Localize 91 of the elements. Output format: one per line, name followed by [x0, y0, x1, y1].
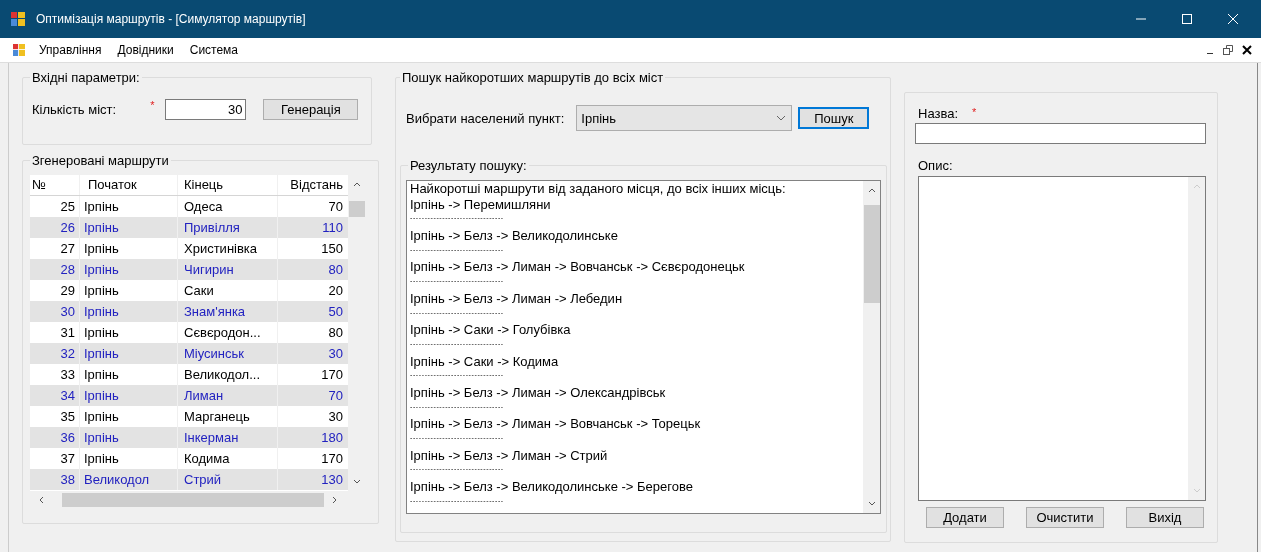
- table-cell: 30: [30, 301, 80, 322]
- column-header[interactable]: Відстань: [278, 175, 348, 195]
- app-icon: [11, 12, 25, 26]
- scroll-down-icon: [1192, 488, 1201, 494]
- scrollbar[interactable]: [863, 181, 880, 513]
- required-mark: *: [150, 99, 155, 111]
- table-cell-text: 80: [327, 324, 344, 342]
- table-cell: Чигирин: [178, 259, 278, 280]
- table-cell: Знам'янка: [178, 301, 278, 322]
- table-cell: Ірпінь: [80, 259, 178, 280]
- table-cell: 32: [30, 343, 80, 364]
- description-field[interactable]: [918, 176, 1206, 501]
- search-button[interactable]: Пошук: [798, 107, 870, 129]
- scroll-thumb[interactable]: [62, 493, 324, 507]
- scroll-up-icon: [1192, 183, 1201, 189]
- group-title: Вхідні параметри:: [30, 70, 142, 85]
- result-line: Ірпінь -> Белз -> Великодолинське -> Берегове: [410, 479, 694, 495]
- table-cell: 26: [30, 217, 80, 238]
- table-cell: Ірпінь: [80, 427, 178, 448]
- result-line: Ірпінь -> Саки -> Голубівка: [410, 322, 572, 338]
- window-title: Оптимізація маршрутів - [Симулятор маршрутів]: [36, 12, 306, 26]
- table-cell: Міусинськ: [178, 343, 278, 364]
- close-icon[interactable]: [1242, 45, 1252, 55]
- required-mark: *: [972, 106, 977, 118]
- result-line: Ірпінь -> Белз -> Великодолинське: [410, 228, 619, 244]
- group-title: Результату пошуку:: [408, 158, 529, 173]
- scroll-down-icon[interactable]: [353, 479, 361, 485]
- table-cell-text: 30: [327, 408, 344, 426]
- result-line: Ірпінь -> Белз -> Лиман -> Вовчанськ -> Торецьк: [410, 416, 702, 432]
- table-cell: 36: [30, 427, 80, 448]
- result-line: Найкоротші маршрути від заданого місця, до всіх інших місць:: [410, 181, 787, 197]
- table-cell-text: 70: [327, 198, 344, 216]
- menu-item[interactable]: Довідники: [117, 43, 174, 57]
- menu-item[interactable]: Управління: [39, 43, 102, 57]
- chevron-down-icon: [776, 115, 787, 121]
- maximize-icon[interactable]: [1181, 13, 1193, 25]
- field-label: Вибрати населений пункт:: [406, 110, 565, 126]
- table-cell: 28: [30, 259, 80, 280]
- group-title: Пошук найкоротших маршрутів до всіх міст: [400, 70, 666, 85]
- form-button[interactable]: Вихід: [1126, 507, 1204, 528]
- table-cell-text: 130: [320, 471, 344, 489]
- table-cell: Ірпінь: [80, 217, 178, 238]
- result-line: Ірпінь -> Белз -> Лиман -> Стрий: [410, 447, 609, 464]
- table-cell: Лиман: [178, 385, 278, 406]
- form-button[interactable]: Додати: [926, 507, 1004, 528]
- scroll-up-icon[interactable]: [353, 181, 361, 187]
- table-cell: Ірпінь: [80, 343, 178, 364]
- field-label: Опис:: [918, 158, 954, 173]
- column-header[interactable]: Початок: [80, 175, 178, 195]
- scroll-down-icon[interactable]: [867, 501, 876, 507]
- table-cell: Стрий: [178, 469, 278, 490]
- table-cell-text: 180: [320, 429, 344, 447]
- name-field[interactable]: [915, 123, 1206, 144]
- scroll-left-icon[interactable]: [38, 496, 44, 504]
- cities-field[interactable]: 30: [165, 99, 247, 120]
- restore-icon[interactable]: [1223, 45, 1233, 55]
- table-cell: 38: [30, 469, 80, 490]
- column-header[interactable]: №: [30, 175, 80, 195]
- table-cell: 34: [30, 385, 80, 406]
- table-cell: Ірпінь: [80, 301, 178, 322]
- field-label: Назва:: [918, 106, 959, 121]
- result-line: Ірпінь -> Перемишляни: [410, 196, 552, 213]
- field-label: Кількість міст:: [32, 102, 117, 117]
- scroll-thumb[interactable]: [863, 205, 880, 303]
- result-line: Ірпінь -> Белз -> Лиман -> Лебедин: [410, 290, 624, 307]
- table-cell-text: 170: [320, 450, 344, 468]
- table-cell-text: 70: [327, 387, 344, 405]
- table-cell: Великодол: [80, 469, 178, 490]
- table-cell-text: 80: [327, 261, 344, 279]
- form-button[interactable]: Очистити: [1026, 507, 1104, 528]
- group-title: Згенеровані маршрути: [30, 153, 171, 168]
- table-cell: Ірпінь: [80, 385, 178, 406]
- city-dropdown[interactable]: Ірпінь: [576, 105, 793, 131]
- table-cell: Інкерман: [178, 427, 278, 448]
- scroll-thumb[interactable]: [349, 201, 365, 217]
- table-cell-text: 170: [320, 366, 344, 384]
- table-cell-text: 20: [327, 282, 344, 300]
- column-header[interactable]: Кінець: [178, 175, 278, 195]
- app-icon: [13, 44, 25, 56]
- table-cell-text: 30: [327, 345, 344, 363]
- scroll-up-icon[interactable]: [867, 187, 876, 193]
- table-cell-text: 150: [320, 240, 344, 258]
- menu-item[interactable]: Система: [189, 43, 239, 57]
- table-cell: Привілля: [178, 217, 278, 238]
- scroll-right-icon[interactable]: [332, 496, 338, 504]
- generate-button[interactable]: Генерація: [263, 99, 359, 120]
- result-line: Ірпінь -> Саки -> Кодима: [410, 353, 560, 370]
- table-cell-text: 110: [321, 219, 344, 237]
- table-cell-text: 50: [327, 303, 344, 321]
- result-line: Ірпінь -> Белз -> Лиман -> Вовчанськ -> Сєвєродонецьк: [410, 259, 746, 276]
- result-line: Ірпінь -> Белз -> Лиман -> Олександрівськ: [410, 384, 667, 401]
